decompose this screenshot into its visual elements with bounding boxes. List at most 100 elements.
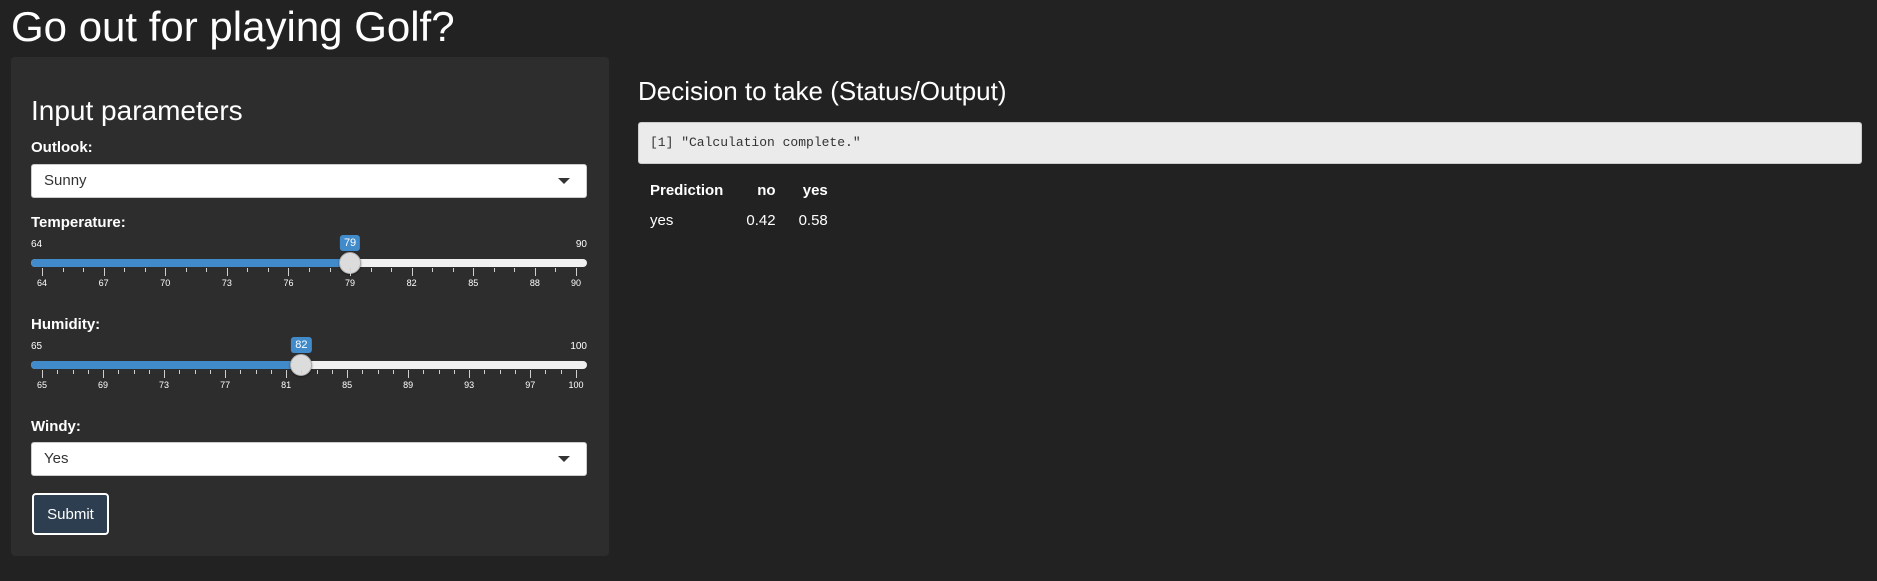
slider-tick-label: 65 bbox=[36, 380, 48, 390]
slider-minor-tick bbox=[240, 370, 242, 374]
slider-minor-tick bbox=[209, 370, 211, 374]
table-header-row: Prediction no yes bbox=[638, 178, 839, 203]
temperature-slider[interactable]: 64 90 79 64 67 70 73 76 79 82 85 88 90 bbox=[31, 235, 587, 299]
slider-minor-tick bbox=[514, 370, 516, 374]
slider-tick-label: 85 bbox=[468, 278, 479, 288]
slider-minor-tick bbox=[493, 268, 495, 272]
slider-major-tick bbox=[288, 268, 290, 276]
slider-minor-tick bbox=[185, 268, 187, 272]
humidity-label: Humidity: bbox=[31, 316, 101, 333]
output-title: Decision to take (Status/Output) bbox=[638, 76, 1007, 106]
slider-minor-tick bbox=[484, 370, 486, 374]
slider-value-bubble: 82 bbox=[291, 337, 312, 353]
submit-button[interactable]: Submit bbox=[32, 493, 109, 535]
slider-max-label: 100 bbox=[570, 341, 587, 352]
slider-minor-tick bbox=[87, 370, 89, 374]
slider-tick-label: 90 bbox=[570, 278, 582, 288]
slider-minor-tick bbox=[377, 370, 379, 374]
slider-major-tick bbox=[226, 268, 228, 276]
slider-tick-label: 64 bbox=[36, 278, 48, 288]
slider-minor-tick bbox=[331, 370, 333, 374]
slider-minor-tick bbox=[255, 370, 257, 374]
slider-tick-label: 79 bbox=[345, 278, 356, 288]
slider-major-tick bbox=[411, 268, 413, 276]
slider-major-tick bbox=[530, 370, 532, 378]
slider-major-tick bbox=[164, 370, 166, 378]
windy-select[interactable]: Yes bbox=[31, 442, 587, 476]
slider-minor-tick bbox=[62, 268, 64, 272]
slider-minor-tick bbox=[391, 268, 393, 272]
slider-tick-label: 88 bbox=[529, 278, 540, 288]
slider-major-tick bbox=[473, 268, 475, 276]
slider-minor-tick bbox=[118, 370, 120, 374]
prediction-table: Prediction no yes yes 0.42 0.58 bbox=[638, 178, 839, 235]
slider-minor-tick bbox=[316, 370, 318, 374]
slider-minor-tick bbox=[179, 370, 181, 374]
slider-major-tick bbox=[534, 268, 536, 276]
slider-minor-tick bbox=[72, 370, 74, 374]
slider-major-tick bbox=[165, 268, 167, 276]
slider-tick-label: 97 bbox=[525, 380, 536, 390]
slider-major-tick bbox=[347, 370, 349, 378]
slider-minor-tick bbox=[432, 268, 434, 272]
slider-min-label: 64 bbox=[31, 239, 43, 250]
slider-minor-tick bbox=[309, 268, 310, 272]
outlook-select[interactable]: Sunny bbox=[31, 164, 587, 198]
slider-minor-tick bbox=[362, 370, 364, 374]
slider-minor-tick bbox=[453, 370, 455, 374]
slider-tick-label: 69 bbox=[98, 380, 109, 390]
table-header: yes bbox=[802, 182, 828, 199]
slider-min-label: 65 bbox=[31, 341, 43, 352]
slider-major-tick bbox=[576, 268, 577, 276]
table-cell: yes bbox=[650, 212, 674, 229]
slider-major-tick bbox=[350, 268, 352, 276]
slider-minor-tick bbox=[124, 268, 126, 272]
table-cell: 0.42 bbox=[746, 212, 776, 229]
outlook-value: Sunny bbox=[44, 172, 87, 189]
slider-major-tick bbox=[42, 268, 43, 276]
table-header: Prediction bbox=[650, 182, 724, 199]
slider-minor-tick bbox=[423, 370, 425, 374]
slider-fill bbox=[31, 259, 351, 267]
slider-tick-label: 81 bbox=[281, 380, 292, 390]
slider-minor-tick bbox=[194, 370, 196, 374]
slider-minor-tick bbox=[438, 370, 440, 374]
slider-minor-tick bbox=[270, 370, 272, 374]
slider-major-tick bbox=[225, 370, 227, 378]
slider-minor-tick bbox=[247, 268, 249, 272]
slider-tick-label: 82 bbox=[406, 278, 417, 288]
slider-max-label: 90 bbox=[575, 239, 587, 250]
windy-value: Yes bbox=[44, 450, 69, 467]
slider-tick-label: 73 bbox=[159, 380, 170, 390]
slider-value-bubble: 79 bbox=[339, 235, 361, 251]
slider-minor-tick bbox=[370, 268, 372, 272]
panel-title: Input parameters bbox=[31, 95, 243, 126]
table-row: yes 0.42 0.58 bbox=[638, 203, 839, 235]
slider-tick-label: 93 bbox=[464, 380, 475, 390]
slider-minor-tick bbox=[83, 268, 85, 272]
slider-tick-label: 67 bbox=[98, 278, 109, 288]
slider-minor-tick bbox=[392, 370, 394, 374]
slider-minor-tick bbox=[301, 370, 303, 374]
slider-minor-tick bbox=[206, 268, 208, 272]
slider-minor-tick bbox=[452, 268, 454, 272]
slider-minor-tick bbox=[144, 268, 146, 272]
temperature-label: Temperature: bbox=[31, 214, 126, 231]
slider-tick-label: 73 bbox=[221, 278, 232, 288]
slider-major-tick bbox=[42, 370, 43, 378]
chevron-down-icon bbox=[558, 178, 570, 184]
humidity-slider[interactable]: 65 100 82 65 69 73 77 81 85 89 93 97 100 bbox=[31, 337, 587, 401]
slider-minor-tick bbox=[545, 370, 547, 374]
slider-fill bbox=[31, 361, 302, 369]
app-title: Go out for playing Golf? bbox=[11, 3, 455, 50]
slider-tick-label: 77 bbox=[220, 380, 231, 390]
slider-minor-tick bbox=[560, 370, 562, 374]
slider-tick-label: 76 bbox=[283, 278, 294, 288]
windy-label: Windy: bbox=[31, 418, 81, 435]
chevron-down-icon bbox=[558, 456, 570, 462]
slider-tick-label: 100 bbox=[568, 380, 584, 390]
slider-major-tick bbox=[469, 370, 471, 378]
slider-tick-label: 85 bbox=[342, 380, 353, 390]
slider-minor-tick bbox=[499, 370, 501, 374]
table-header: no bbox=[757, 182, 776, 199]
